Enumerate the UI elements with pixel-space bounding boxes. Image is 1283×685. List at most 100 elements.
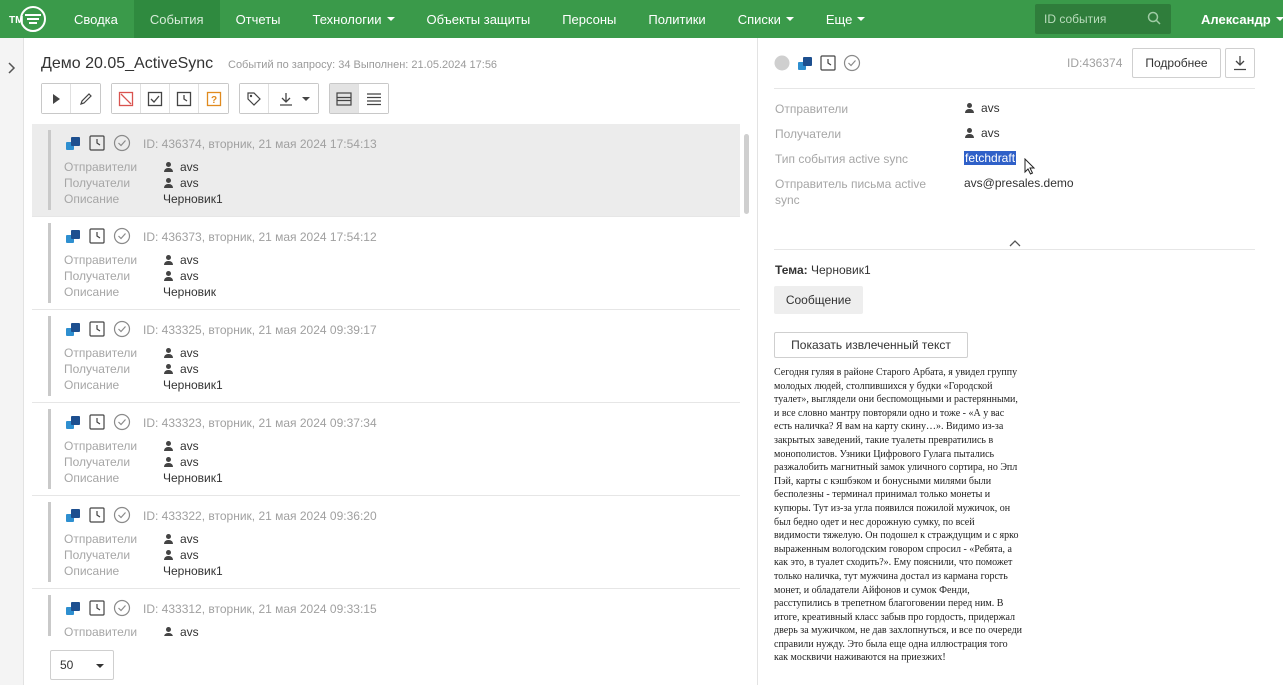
activesync-icon: [797, 55, 813, 71]
run-edit-group: [41, 83, 101, 114]
play-icon: [53, 93, 60, 104]
body-line: разжалобить магнитный замок уличного сор…: [774, 462, 1018, 474]
check-circle-icon: [113, 134, 131, 152]
chevron-right-icon[interactable]: [7, 61, 17, 78]
body-line: молодых людей, столпившихся у будки «Гор…: [774, 380, 993, 392]
nav-item-3[interactable]: Технологии: [297, 0, 411, 38]
page-size-select[interactable]: 50: [50, 650, 114, 680]
event-id-date: ID: 433322, вторник, 21 мая 2024 09:36:2…: [143, 509, 377, 523]
list-scrollbar[interactable]: [744, 134, 749, 214]
sender-name: avs: [180, 439, 199, 453]
person-icon: [163, 550, 173, 560]
event-card[interactable]: ID: 436373, вторник, 21 мая 2024 17:54:1…: [32, 217, 740, 310]
card-status-bar: [48, 130, 51, 210]
description-label: Описание: [64, 192, 120, 206]
sender-name: avs: [180, 253, 199, 267]
check-circle-icon: [113, 413, 131, 431]
description-label: Описание: [64, 564, 120, 578]
event-card[interactable]: ID: 433323, вторник, 21 мая 2024 09:37:3…: [32, 403, 740, 496]
subject-label: Тема:: [775, 263, 808, 277]
field-value-text: fetchdraft: [964, 151, 1017, 165]
card-view-button[interactable]: [330, 84, 359, 113]
activesync-icon: [65, 135, 81, 151]
event-id-date: ID: 433312, вторник, 21 мая 2024 09:33:1…: [143, 602, 377, 616]
show-extracted-text-button[interactable]: Показать извлеченный текст: [774, 332, 968, 358]
body-line: купюры. Тут из-за угла появился пожилой …: [774, 502, 1011, 514]
person-icon: [163, 348, 173, 358]
event-card[interactable]: ID: 433322, вторник, 21 мая 2024 09:36:2…: [32, 496, 740, 589]
download-button[interactable]: [1225, 48, 1255, 78]
logo[interactable]: ТМ: [0, 0, 58, 38]
card-status-bar: [48, 595, 51, 636]
list-view-button[interactable]: [359, 84, 388, 113]
message-tab[interactable]: Сообщение: [774, 286, 863, 314]
body-line: итоге, креативный класс забыв про гордос…: [774, 611, 1015, 623]
clock-icon: [89, 135, 105, 151]
clock-icon: [89, 600, 105, 616]
unknown-filter-button[interactable]: ?: [199, 84, 228, 113]
receiver-value: avs: [163, 176, 199, 190]
search-icon[interactable]: [1147, 11, 1161, 28]
event-card[interactable]: ID: 433325, вторник, 21 мая 2024 09:39:1…: [32, 310, 740, 403]
field-value: avs: [964, 101, 1000, 115]
field-value-text: avs@presales.demo: [964, 176, 1074, 190]
no-violation-filter-button[interactable]: [112, 84, 141, 113]
field-label: Отправители: [775, 102, 849, 116]
checked-filter-button[interactable]: [141, 84, 170, 113]
nav-item-6[interactable]: Политики: [632, 0, 721, 38]
run-query-button[interactable]: [42, 84, 71, 113]
field-value[interactable]: fetchdraft: [964, 151, 1017, 165]
nav-item-5[interactable]: Персоны: [546, 0, 632, 38]
event-icons: [65, 506, 139, 524]
event-card[interactable]: ID: 433312, вторник, 21 мая 2024 09:33:1…: [32, 589, 740, 636]
details-button[interactable]: Подробнее: [1132, 48, 1221, 78]
body-line: Сегодня гуляя в районе Старого Арбата, я…: [774, 367, 1018, 378]
nav-item-1[interactable]: События: [133, 0, 220, 38]
body-line: видимости тяжелую. Он подошел к страждущ…: [774, 530, 1019, 542]
pending-filter-button[interactable]: [170, 84, 199, 113]
receivers-label: Получатели: [64, 269, 131, 283]
nav-item-0[interactable]: Сводка: [58, 0, 134, 38]
events-list-panel: Демо 20.05_ActiveSync Событий по запросу…: [24, 38, 758, 685]
sender-name: avs: [180, 346, 199, 360]
person-icon: [163, 441, 173, 451]
tag-button[interactable]: [240, 84, 269, 113]
sender-value: avs: [163, 253, 199, 267]
card-status-bar: [48, 223, 51, 303]
sender-name: avs: [180, 160, 199, 174]
body-line: закрытых заведений, такие туалеты превра…: [774, 434, 994, 446]
sender-value: avs: [163, 625, 199, 636]
field-value-text: avs: [981, 101, 1000, 115]
chevron-down-icon: [386, 17, 395, 21]
field-label: Отправитель письма active sync: [775, 177, 927, 207]
nav-item-7[interactable]: Списки: [722, 0, 810, 38]
status-dot-icon: [774, 55, 790, 71]
activesync-icon: [65, 321, 81, 337]
tag-export-group: [239, 83, 319, 114]
nav-item-4[interactable]: Объекты защиты: [411, 0, 547, 38]
body-line: как москвичи наживаются на приезжих!: [774, 652, 946, 664]
nav-item-8[interactable]: Еще: [810, 0, 881, 38]
event-id-date: ID: 436374, вторник, 21 мая 2024 17:54:1…: [143, 137, 377, 151]
export-dropdown-button[interactable]: [269, 84, 318, 113]
sender-value: avs: [163, 439, 199, 453]
body-line: выраженным вологодским говором спросил -…: [774, 543, 1012, 555]
body-line: монет, и обладатели Айфонов и сумок Фенд…: [774, 584, 970, 596]
receiver-name: avs: [180, 176, 199, 190]
nav-item-2[interactable]: Отчеты: [220, 0, 297, 38]
event-icons: [65, 413, 139, 431]
top-nav: ТМ Сводка События Отчеты Технологии Объекты …: [0, 0, 1283, 38]
body-line: был бедно одет и нес дорожную сумку, по …: [774, 516, 975, 528]
check-box-icon: [147, 91, 163, 106]
event-card[interactable]: ID: 436374, вторник, 21 мая 2024 17:54:1…: [32, 124, 740, 217]
edit-query-button[interactable]: [71, 84, 100, 113]
user-name: Александр: [1201, 11, 1271, 27]
event-icons: [65, 134, 139, 152]
event-id-search-input[interactable]: ID события: [1035, 4, 1171, 34]
person-icon: [964, 128, 974, 138]
search-placeholder: ID события: [1044, 12, 1107, 26]
senders-label: Отправители: [64, 439, 138, 453]
sender-name: avs: [180, 625, 199, 636]
user-menu[interactable]: Александр: [1201, 0, 1283, 38]
person-icon: [163, 271, 173, 281]
